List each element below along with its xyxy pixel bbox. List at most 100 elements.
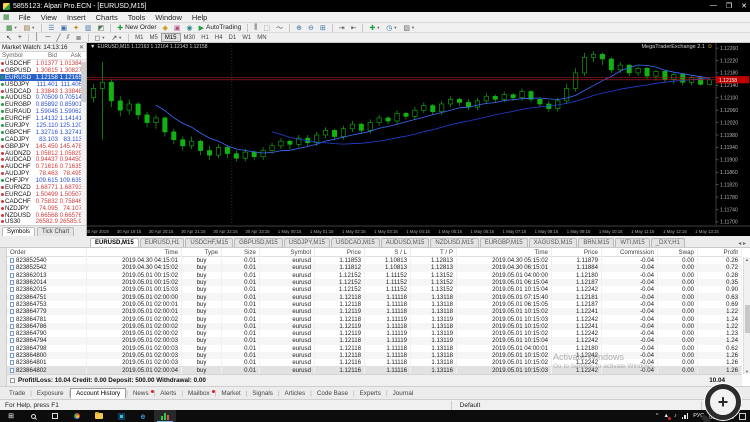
zoom-out-button[interactable]: ⊖ [305,23,317,32]
chart-tab-audusd-m15[interactable]: AUDUSD,M15 [380,238,430,247]
market-watch-row[interactable]: AUDCAD 0.94437 0.94450 [0,156,86,163]
mql5-community-button[interactable]: ▣ [171,23,184,32]
col-ask[interactable]: Ask [59,52,83,59]
market-watch-row[interactable]: AUDNZD 1.05812 1.05829 [0,150,86,157]
autotrading-button[interactable]: ▶ AutoTrading [196,23,245,32]
file-explorer-icon[interactable] [88,410,110,422]
terminal-scrollbar[interactable]: ▲ ▼ [743,257,750,374]
templates-button[interactable]: ▨ ▼ [400,23,418,32]
chart-tab-scroll-icons[interactable]: ◂ ▸ [738,240,750,247]
chart-tab-xagusd-m15[interactable]: XAGUSD,M15 [528,238,578,247]
history-col-type-2[interactable]: Type [182,248,222,257]
market-watch-row[interactable]: US30 26582.9 26585.9 [0,218,86,225]
menu-help[interactable]: Help [187,13,212,22]
history-row[interactable]: 823864801 2019.05.01 02:00:03 buy 0.01 eurus… [7,359,742,367]
metaeditor-button[interactable]: ◆ [160,23,171,32]
strategy-tester-toggle-button[interactable]: ◩ [95,23,108,32]
history-row[interactable]: 823864786 2019.05.01 02:00:02 buy 0.01 eurus… [7,322,742,330]
crosshair-tool-button[interactable]: + [15,33,25,42]
history-col-time-1[interactable]: Time [87,248,182,257]
timeframe-mn[interactable]: MN [254,33,269,42]
tile-windows-button[interactable]: ⊞ [317,23,329,32]
market-watch-row[interactable]: GBPJPY 145.450 145.478 [0,143,86,150]
history-col-time-8[interactable]: Time [457,248,552,257]
terminal-grip[interactable] [0,248,7,386]
navigator-toggle-button[interactable]: ✦ [70,23,82,32]
zoom-plus-icon[interactable]: + [705,384,741,420]
terminal-tab-exposure[interactable]: Exposure [32,389,69,398]
history-row[interactable]: 823852542 2019.04.30 04:15:02 buy 0.01 eurus… [7,264,742,272]
history-col-commission-10[interactable]: Commission [602,248,658,257]
market-watch-row[interactable]: CHFJPY 109.615 109.635 [0,177,86,184]
history-row[interactable]: 823864802 2019.05.01 02:00:04 buy 0.01 eurus… [7,366,742,374]
chart-tab-usdchf-m15[interactable]: USDCHF,M15 [185,238,234,247]
terminal-toggle-button[interactable]: ▥ [82,23,95,32]
auto-scroll-button[interactable]: ⇥ [336,23,348,32]
market-watch-row[interactable]: USDJPY 111.401 111.406 [0,81,86,88]
market-watch-row[interactable]: USDCAD 1.33843 1.33848 [0,88,86,95]
history-row[interactable]: 823864790 2019.05.01 02:00:02 buy 0.01 eurus… [7,330,742,338]
line-chart-mode-button[interactable]: 〜 [273,23,286,32]
menu-view[interactable]: View [36,13,62,22]
history-col-swap-11[interactable]: Swap [658,248,698,257]
timeframe-h4[interactable]: H4 [212,33,226,42]
market-watch-row[interactable]: CADJPY 83.103 83.113 [0,136,86,143]
search-icon[interactable] [22,410,44,422]
history-col-tp-7[interactable]: T / P [411,248,457,257]
history-row[interactable]: 823864779 2019.05.01 02:00:01 buy 0.01 eurus… [7,308,742,316]
market-watch-row[interactable]: EURUSD 1.12158 1.12165 [0,74,86,81]
menu-insert[interactable]: Insert [62,13,91,22]
market-watch-row[interactable]: GBPUSD 1.30815 1.30827 [0,67,86,74]
terminal-tab-trade[interactable]: Trade [4,389,30,398]
terminal-tab-code-base[interactable]: Code Base [312,389,353,398]
market-watch-row[interactable]: EURJPY 125.110 125.120 [0,122,86,129]
history-row[interactable]: 823864800 2019.05.01 02:00:03 buy 0.01 eurus… [7,351,742,360]
price-chart-svg[interactable]: 1.12260 1.12220 1.12180 1.12140 1.12100 1.120… [87,43,750,236]
terminal-tab-experts[interactable]: Experts [355,389,386,398]
menu-window[interactable]: Window [150,13,187,22]
terminal-tab-signals[interactable]: Signals [247,389,278,398]
start-button[interactable]: ⊞ [0,410,22,422]
terminal-tab-account-history[interactable]: Account History [70,387,127,399]
market-watch-scrollbar[interactable] [81,60,86,225]
channel-tool-button[interactable]: ⫽ [64,33,73,42]
history-col-symbol-4[interactable]: Symbol [260,248,315,257]
history-col-sl-6[interactable]: S / L [365,248,411,257]
market-watch-row[interactable]: GBPCHF 1.32716 1.32741 [0,129,86,136]
history-row[interactable]: 823852540 2019.04.30 04:15:01 buy 0.01 eurus… [7,257,742,265]
timeframe-d1[interactable]: D1 [226,33,240,42]
chrome-icon[interactable] [66,410,88,422]
market-watch-row[interactable]: NZDUSD 0.66568 0.66576 [0,212,86,219]
terminal-tab-mailbox[interactable]: Mailbox [183,389,215,398]
market-watch-row[interactable]: AUDUSD 0.70509 0.70514 [0,94,86,101]
history-row[interactable]: 823862013 2019.05.01 00:15:02 buy 0.01 eurus… [7,271,742,279]
menu-file[interactable]: File [14,13,36,22]
terminal-tab-market[interactable]: Market [216,389,245,398]
chart-tab-nzdusd-m15[interactable]: NZDUSD,M15 [430,238,479,247]
minimize-button[interactable]: — [710,2,717,10]
screen-magnifier-overlay[interactable]: + [700,384,741,422]
vertical-line-tool-button[interactable]: │ [32,33,42,42]
terminal-tab-journal[interactable]: Journal [388,389,419,398]
chart-tab--dxy-h1[interactable]: _DXY,H1 [650,238,685,247]
history-col-order-0[interactable]: Order [7,248,87,257]
cursor-tool-button[interactable]: ↖ [3,33,15,42]
history-col-profit-12[interactable]: Profit [698,248,742,257]
menu-charts[interactable]: Charts [91,13,123,22]
chart-tab-eurusd-m15[interactable]: EURUSD,M15 [90,238,139,247]
timeframe-h1[interactable]: H1 [198,33,212,42]
history-row[interactable]: 823864751 2019.05.01 02:00:00 buy 0.01 eurus… [7,293,742,301]
market-watch-row[interactable]: EURCAD 1.50499 1.50507 [0,191,86,198]
market-globe-button[interactable]: ◉ [184,23,196,32]
market-watch-row[interactable]: EURAUD 1.59045 1.59062 [0,108,86,115]
network-icon[interactable] [681,413,689,419]
terminal-tab-articles[interactable]: Articles [280,389,311,398]
scroll-up-icon[interactable]: ▲ [744,257,750,262]
chart-tab-gbpusd-m15[interactable]: GBPUSD,M15 [234,238,283,247]
market-watch-row[interactable]: AUDCHF 0.71616 0.71635 [0,163,86,170]
history-row[interactable]: 823864794 2019.05.01 02:00:03 buy 0.01 eurus… [7,337,742,345]
close-button[interactable]: ✕ [741,2,747,10]
new-chart-button[interactable]: ▦ ▼ [3,23,21,32]
timeframe-w1[interactable]: W1 [239,33,254,42]
history-row[interactable]: 823864798 2019.05.01 02:00:03 buy 0.01 eurus… [7,344,742,352]
